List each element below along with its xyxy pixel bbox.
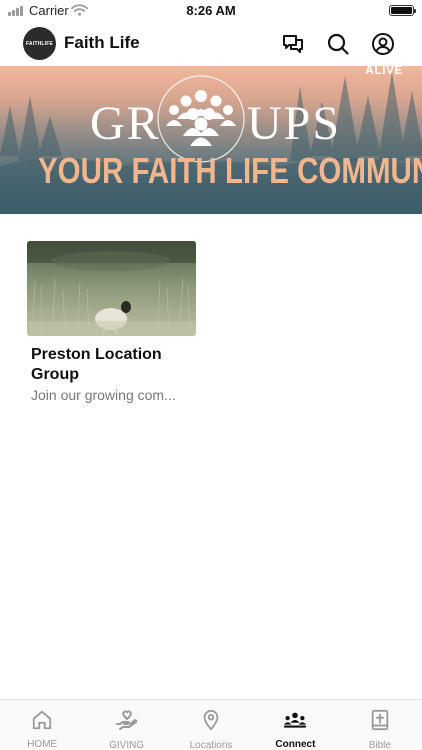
chat-button[interactable] [280,31,306,57]
app-header: FAITHLIFE Faith Life [0,22,422,66]
tab-home[interactable]: HOME [0,700,84,750]
account-icon [372,33,394,55]
tab-bar: HOME GIVING Locations Connect Bible [0,699,422,750]
status-bar: Carrier 8:26 AM [0,0,422,22]
group-title: Preston Location Group [31,346,162,383]
tab-giving[interactable]: GIVING [84,700,168,750]
search-icon [327,33,349,55]
tab-connect[interactable]: Connect [253,700,337,750]
tab-locations[interactable]: Locations [169,700,253,750]
app-title: Faith Life [64,33,140,52]
chat-icon [283,35,303,53]
account-button[interactable] [370,31,396,57]
banner-subtitle: YOUR FAITH LIFE COMMUNITY [37,150,422,191]
search-button[interactable] [325,31,351,57]
banner-title-right: UPS [247,97,342,150]
group-description: Join our growing com... [31,387,176,403]
home-icon [33,710,52,729]
tab-bible-label: Bible [368,740,391,750]
banner-groups-title: GR UPS [0,75,422,163]
sheep-in-grass-image [27,241,196,336]
tab-locations-label: Locations [189,740,233,750]
banner-corner-text: ALIVE [365,66,403,77]
groups-banner: ALIVE GR UPS YOUR FAITH LIFE COMMUNITY [0,66,422,214]
people-group-icon [284,712,307,728]
banner-title-left: GR [90,97,161,150]
tab-bible[interactable]: Bible [338,700,422,750]
bible-icon [371,709,389,731]
giving-hand-heart-icon [115,710,137,730]
group-photo [27,241,196,336]
battery-icon [389,5,416,16]
church-logo-avatar[interactable]: FAITHLIFE [23,27,56,60]
tab-connect-label: Connect [275,739,316,750]
status-time: 8:26 AM [186,3,236,18]
location-pin-icon [203,709,219,731]
tab-home-label: HOME [27,739,58,750]
group-card[interactable]: Preston Location Group Join our growing … [27,241,197,403]
tab-giving-label: GIVING [109,740,145,750]
